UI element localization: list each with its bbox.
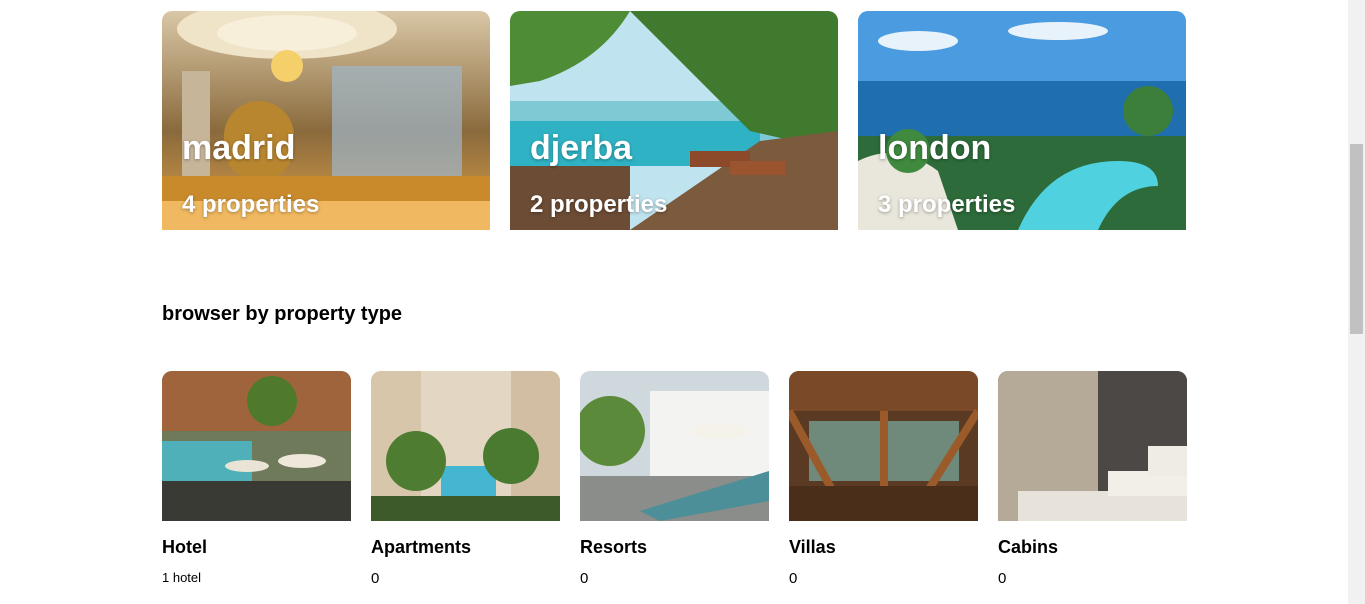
featured-card-madrid[interactable]: madrid 4 properties [162,11,490,230]
property-type-count: 0 [998,570,1007,587]
vertical-scrollbar[interactable] [1348,0,1365,604]
featured-property-count: 3 properties [878,191,1016,218]
property-type-count: 0 [789,570,798,587]
villa-patio-photo [789,371,978,521]
property-type-hotel[interactable]: Hotel 1 hotel [162,371,351,587]
property-type-name: Hotel [162,537,207,557]
featured-city-name: london [878,129,992,167]
property-type-count: 0 [580,570,589,587]
property-type-resorts[interactable]: Resorts 0 [580,371,769,587]
property-type-name: Apartments [371,537,472,557]
featured-card-djerba[interactable]: djerba 2 properties [510,11,838,230]
property-type-name: Resorts [580,537,648,557]
apartment-courtyard-photo [371,371,560,521]
property-type-cabins[interactable]: Cabins 0 [998,371,1187,587]
featured-property-count: 2 properties [530,191,668,218]
featured-city-name: madrid [182,129,296,167]
featured-city-name: djerba [530,129,633,167]
hotel-pool-photo [162,371,351,521]
property-type-name: Cabins [998,537,1059,557]
property-type-name: Villas [789,537,836,557]
featured-card-london[interactable]: london 3 properties [858,11,1186,230]
property-type-apartments[interactable]: Apartments 0 [371,371,560,587]
property-type-list: Hotel 1 hotel Apartments 0 Resorts 0 Vil… [162,371,1187,587]
cabin-bedroom-photo [998,371,1187,521]
section-title-property-type: browser by property type [162,303,403,325]
resort-loungers-photo [580,371,769,521]
scrollbar-thumb[interactable] [1350,144,1363,334]
featured-property-count: 4 properties [182,191,320,218]
featured-cities: madrid 4 properties djerba 2 properties [162,11,1186,230]
property-type-villas[interactable]: Villas 0 [789,371,978,587]
property-type-count: 0 [371,570,380,587]
property-type-count: 1 hotel [162,570,202,585]
